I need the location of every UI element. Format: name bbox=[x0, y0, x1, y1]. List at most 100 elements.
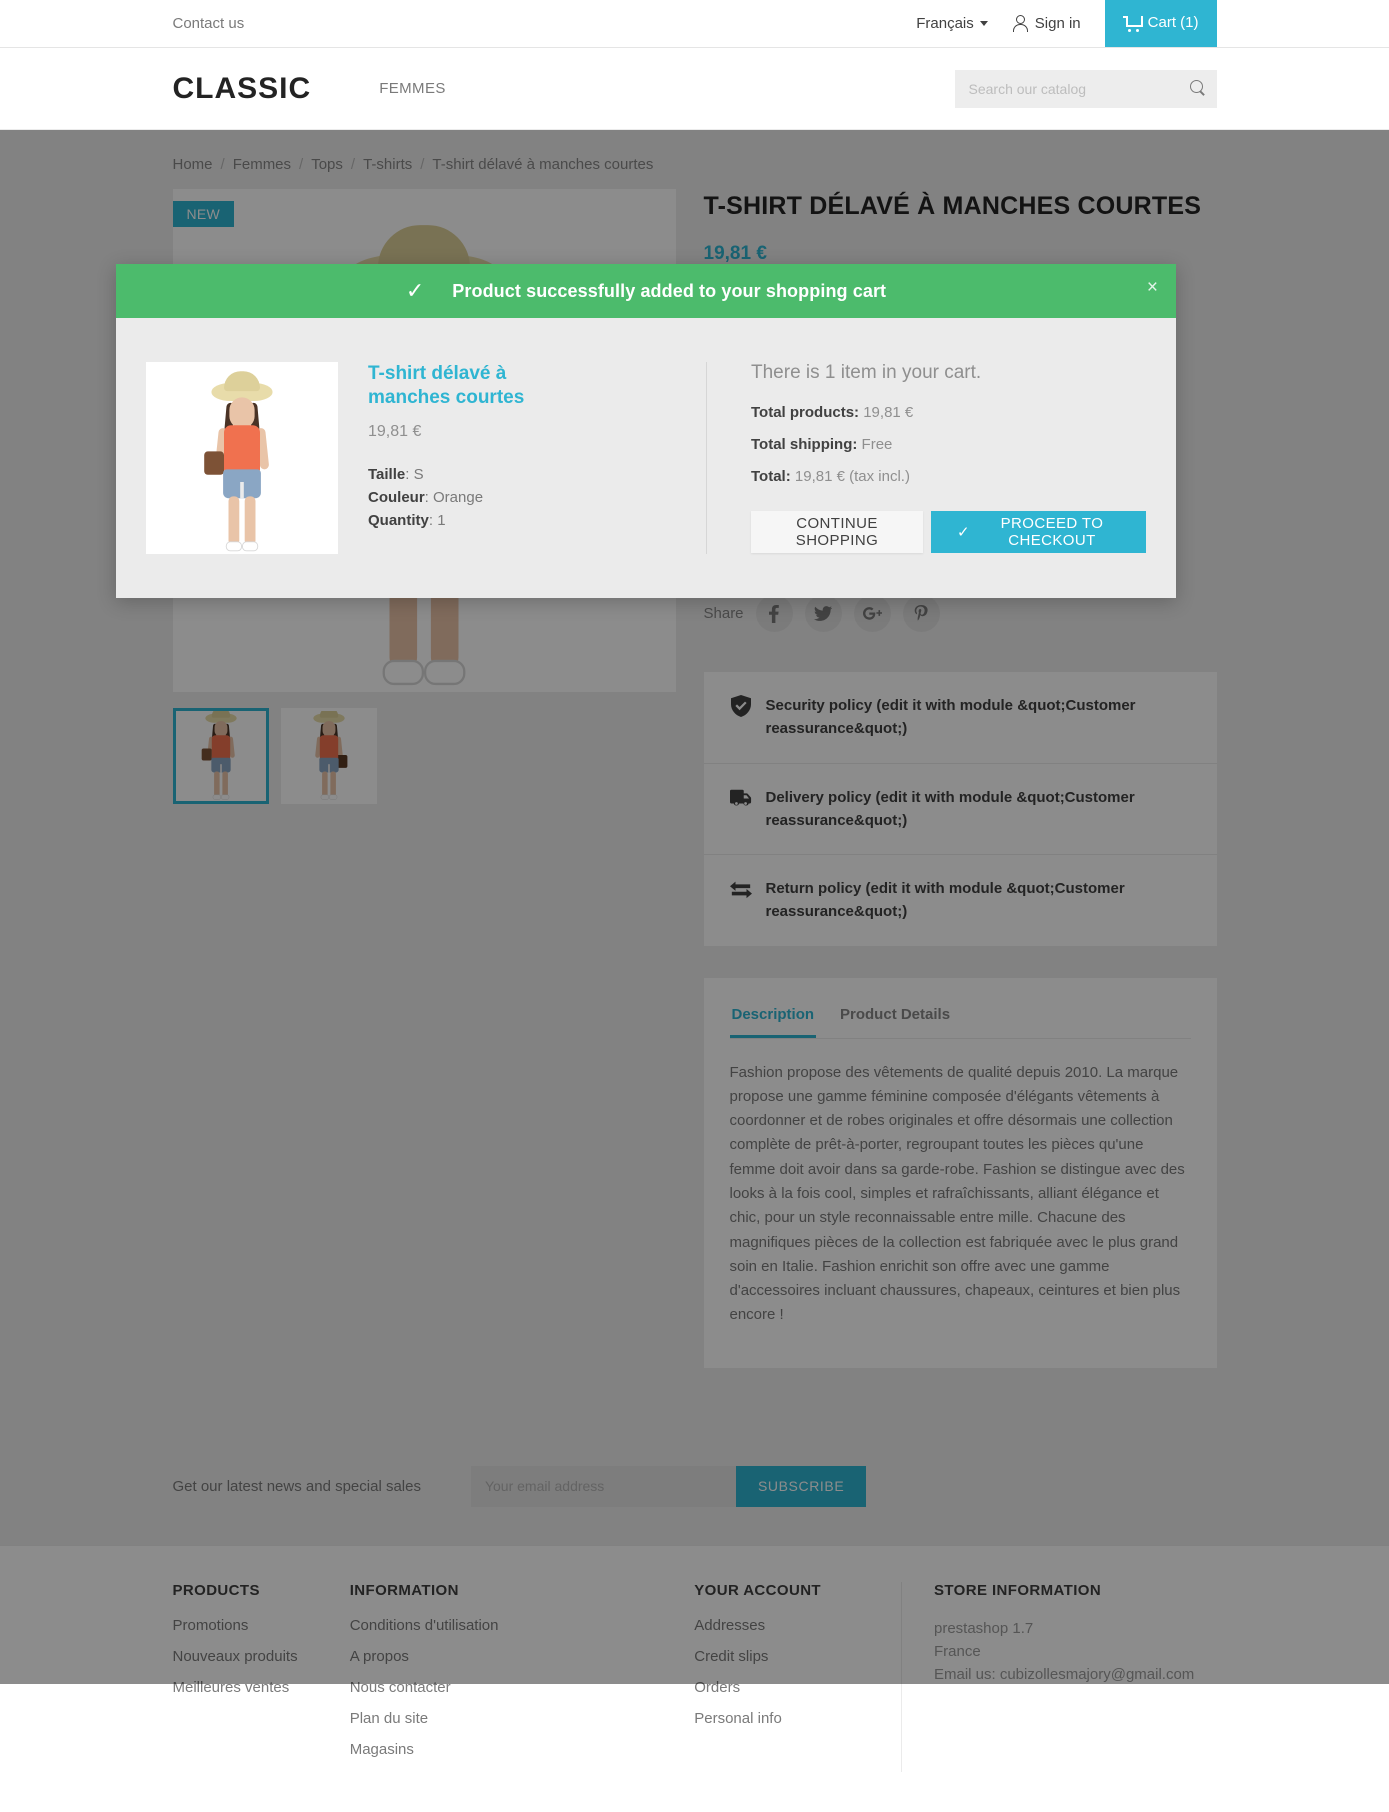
footer-link-a-propos[interactable]: A propos bbox=[350, 1648, 695, 1665]
contact-us-link[interactable]: Contact us bbox=[173, 15, 245, 32]
modal-product-name[interactable]: T-shirt délavé à manches courtes bbox=[368, 362, 583, 411]
breadcrumb: Home / Femmes / Tops / T-shirts / T-shirt délavé… bbox=[173, 150, 1217, 189]
policy-row-security: Security policy (edit it with module &qu… bbox=[703, 672, 1217, 764]
shield-check-icon bbox=[730, 695, 751, 717]
continue-shopping-button[interactable]: CONTINUE SHOPPING bbox=[751, 511, 923, 553]
breadcrumb-item-tops[interactable]: Tops bbox=[311, 156, 343, 173]
footer-link-personal-info[interactable]: Personal info bbox=[694, 1710, 901, 1727]
newsletter-section: Get our latest news and special sales SU… bbox=[0, 1427, 1389, 1545]
site-logo[interactable]: CLASSIC bbox=[173, 72, 312, 106]
policy-text-security: Security policy (edit it with module &qu… bbox=[765, 697, 1136, 738]
product-page: Contact us Français Sign in Cart (1) CLA… bbox=[0, 0, 1389, 1812]
modal-product-price: 19,81 € bbox=[368, 422, 422, 440]
sign-in-label: Sign in bbox=[1034, 15, 1081, 32]
newsletter-text: Get our latest news and special sales bbox=[172, 1477, 421, 1495]
modal-header-text: Product successfully added to your shopp… bbox=[452, 280, 887, 301]
footer-heading-products: PRODUCTS bbox=[172, 1581, 260, 1599]
footer-link-plan-du-site[interactable]: Plan du site bbox=[350, 1710, 695, 1727]
policy-row-return: Return policy (edit it with module &quot… bbox=[704, 855, 1217, 946]
page-title: T-SHIRT DÉLAVÉ À MANCHES COURTES bbox=[703, 192, 1202, 220]
site-footer: PRODUCTS Promotions Nouveaux produits Me… bbox=[0, 1544, 1389, 1812]
reassurance-block: Security policy (edit it with module &qu… bbox=[703, 672, 1217, 946]
truck-icon bbox=[729, 789, 751, 806]
language-selector[interactable]: Français bbox=[916, 15, 988, 32]
attr-label-size: Taille bbox=[368, 465, 406, 483]
cart-button[interactable]: Cart (1) bbox=[1104, 0, 1217, 47]
close-icon[interactable]: × bbox=[1147, 278, 1158, 297]
share-label: Share bbox=[703, 605, 744, 622]
return-arrows-icon bbox=[729, 881, 752, 899]
twitter-icon[interactable] bbox=[804, 595, 842, 632]
chevron-down-icon bbox=[979, 21, 988, 26]
breadcrumb-separator: / bbox=[420, 156, 425, 173]
attr-value-color: Orange bbox=[433, 488, 484, 506]
attr-value-size: S bbox=[413, 465, 424, 483]
social-share: Share bbox=[704, 595, 1217, 632]
total-products-value: 19,81 € bbox=[863, 404, 914, 421]
checkout-label: PROCEED TO CHECKOUT bbox=[1000, 515, 1104, 549]
newsletter-email-input[interactable] bbox=[470, 1465, 736, 1507]
subscribe-button[interactable]: SUBSCRIBE bbox=[735, 1465, 867, 1507]
facebook-icon[interactable] bbox=[755, 595, 793, 632]
breadcrumb-separator: / bbox=[299, 156, 304, 173]
footer-column-products: PRODUCTS Promotions Nouveaux produits Me… bbox=[173, 1582, 350, 1772]
sign-in-link[interactable]: Sign in bbox=[1012, 15, 1081, 32]
store-line-name: prestashop 1.7 bbox=[933, 1619, 1034, 1637]
modal-body: T-shirt délavé à manches courtes 19,81 €… bbox=[116, 318, 1176, 598]
add-to-cart-modal: ✓ Product successfully added to your sho… bbox=[116, 264, 1176, 598]
google-plus-icon[interactable] bbox=[853, 595, 891, 632]
store-line-email: Email us: cubizollesmajory@gmail.com bbox=[933, 1666, 1195, 1684]
thumbnail-list bbox=[172, 708, 676, 804]
breadcrumb-item-femmes[interactable]: Femmes bbox=[233, 156, 291, 173]
search-icon[interactable] bbox=[1189, 79, 1205, 95]
product-tabs: Description Product Details Fashion prop… bbox=[703, 977, 1217, 1368]
total-value: 19,81 € (tax incl.) bbox=[794, 468, 910, 485]
footer-link-nous-contacter[interactable]: Nous contacter bbox=[350, 1679, 695, 1696]
total-label: Total: bbox=[751, 468, 791, 485]
cart-item-count-text: There is 1 item in your cart. bbox=[751, 362, 982, 383]
search-box bbox=[954, 69, 1217, 108]
breadcrumb-item-tshirts[interactable]: T-shirts bbox=[363, 156, 412, 173]
breadcrumb-item-current: T-shirt délavé à manches courtes bbox=[432, 156, 654, 173]
proceed-to-checkout-button[interactable]: ✓ PROCEED TO CHECKOUT bbox=[930, 511, 1146, 553]
footer-link-conditions[interactable]: Conditions d'utilisation bbox=[350, 1617, 695, 1634]
breadcrumb-separator: / bbox=[350, 156, 356, 173]
attr-label-color: Couleur bbox=[368, 488, 425, 506]
shopping-cart-icon bbox=[1122, 15, 1143, 32]
footer-link-credit-slips[interactable]: Credit slips bbox=[694, 1648, 901, 1665]
site-header: CLASSIC FEMMES bbox=[0, 48, 1389, 130]
modal-product-image bbox=[146, 362, 338, 554]
main-menu: FEMMES bbox=[379, 80, 446, 97]
user-icon bbox=[1012, 15, 1028, 32]
footer-heading-store: STORE INFORMATION bbox=[933, 1581, 1102, 1599]
store-line-country: France bbox=[933, 1643, 981, 1661]
footer-heading-information: INFORMATION bbox=[349, 1581, 459, 1599]
total-products-label: Total products: bbox=[751, 404, 860, 421]
pinterest-icon[interactable] bbox=[902, 595, 940, 632]
top-navigation-bar: Contact us Français Sign in Cart (1) bbox=[0, 0, 1389, 48]
footer-heading-account: YOUR ACCOUNT bbox=[694, 1581, 821, 1599]
thumbnail-1[interactable] bbox=[172, 708, 269, 804]
breadcrumb-item-home[interactable]: Home bbox=[173, 156, 213, 173]
footer-link-addresses[interactable]: Addresses bbox=[694, 1617, 901, 1634]
modal-header: ✓ Product successfully added to your sho… bbox=[116, 264, 1176, 318]
product-price: 19,81 € bbox=[703, 243, 767, 264]
menu-item-femmes[interactable]: FEMMES bbox=[379, 80, 446, 97]
language-label: Français bbox=[916, 15, 974, 32]
total-shipping-label: Total shipping: bbox=[751, 436, 858, 453]
tab-product-details[interactable]: Product Details bbox=[838, 1002, 952, 1038]
footer-link-promotions[interactable]: Promotions bbox=[173, 1617, 350, 1634]
footer-link-magasins[interactable]: Magasins bbox=[350, 1741, 695, 1758]
footer-column-store-information: STORE INFORMATION prestashop 1.7 France … bbox=[900, 1581, 1217, 1772]
total-shipping-value: Free bbox=[861, 436, 893, 453]
tab-description[interactable]: Description bbox=[729, 1002, 817, 1038]
footer-link-meilleures-ventes[interactable]: Meilleures ventes bbox=[173, 1679, 350, 1696]
footer-link-orders[interactable]: Orders bbox=[694, 1679, 901, 1696]
check-icon: ✓ bbox=[956, 524, 970, 541]
policy-text-return: Return policy (edit it with module &quot… bbox=[765, 880, 1125, 921]
search-input[interactable] bbox=[954, 69, 1217, 108]
thumbnail-2[interactable] bbox=[280, 708, 377, 804]
attr-label-quantity: Quantity bbox=[368, 512, 429, 530]
footer-link-nouveaux-produits[interactable]: Nouveaux produits bbox=[173, 1648, 350, 1665]
footer-column-account: YOUR ACCOUNT Addresses Credit slips Orde… bbox=[694, 1582, 901, 1772]
